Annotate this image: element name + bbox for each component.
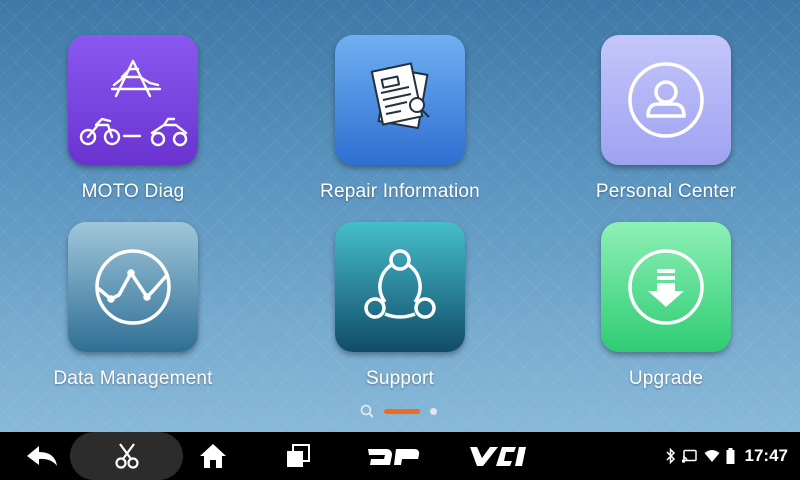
navigation-bar: 17:47 bbox=[0, 432, 800, 480]
app-label: Repair Information bbox=[320, 181, 480, 202]
recent-apps-icon bbox=[287, 444, 310, 467]
search-icon[interactable] bbox=[360, 404, 374, 418]
app-upgrade[interactable]: Upgrade bbox=[566, 222, 766, 390]
clock: 17:47 bbox=[744, 446, 788, 465]
dp-icon bbox=[368, 449, 420, 465]
wifi-icon bbox=[704, 450, 720, 462]
user-profile-icon bbox=[628, 62, 704, 138]
page-indicator-current[interactable] bbox=[384, 409, 420, 414]
app-personal-center[interactable]: Personal Center bbox=[566, 35, 766, 203]
dp-button[interactable] bbox=[365, 432, 421, 480]
app-label: Support bbox=[366, 368, 434, 389]
support-tile[interactable] bbox=[335, 222, 465, 352]
moto-diag-tile[interactable] bbox=[68, 35, 198, 165]
battery-icon bbox=[726, 448, 735, 464]
repair-information-tile[interactable] bbox=[335, 35, 465, 165]
app-support[interactable]: Support bbox=[300, 222, 500, 390]
vci-icon bbox=[470, 447, 526, 466]
home-button[interactable] bbox=[190, 432, 236, 480]
back-button[interactable] bbox=[10, 432, 76, 480]
app-label: Upgrade bbox=[628, 368, 704, 389]
app-data-management[interactable]: Data Management bbox=[33, 222, 233, 390]
app-label: Data Management bbox=[53, 368, 213, 389]
cast-icon bbox=[681, 449, 697, 463]
vci-button[interactable] bbox=[466, 432, 530, 480]
app-label: MOTO Diag bbox=[81, 181, 185, 202]
page-indicator bbox=[0, 404, 800, 418]
download-arrow-icon bbox=[628, 249, 704, 325]
scissors-icon bbox=[114, 443, 139, 469]
app-repair-information[interactable]: Repair Information bbox=[300, 35, 500, 203]
share-network-icon bbox=[364, 249, 436, 319]
vehicle-triangle-icon bbox=[79, 59, 188, 147]
status-area: 17:47 bbox=[665, 432, 788, 480]
upgrade-tile[interactable] bbox=[601, 222, 731, 352]
home-icon bbox=[200, 444, 226, 468]
page-indicator-dot[interactable] bbox=[430, 408, 437, 415]
data-management-tile[interactable] bbox=[68, 222, 198, 352]
recent-apps-button[interactable] bbox=[276, 432, 320, 480]
app-moto-diag[interactable]: MOTO Diag bbox=[33, 35, 233, 203]
documents-magnifier-icon bbox=[370, 62, 430, 130]
line-chart-icon bbox=[95, 249, 171, 325]
app-label: Personal Center bbox=[595, 181, 737, 202]
back-icon bbox=[27, 446, 57, 466]
bluetooth-icon bbox=[665, 448, 675, 464]
scissors-button[interactable] bbox=[70, 432, 183, 480]
personal-center-tile[interactable] bbox=[601, 35, 731, 165]
